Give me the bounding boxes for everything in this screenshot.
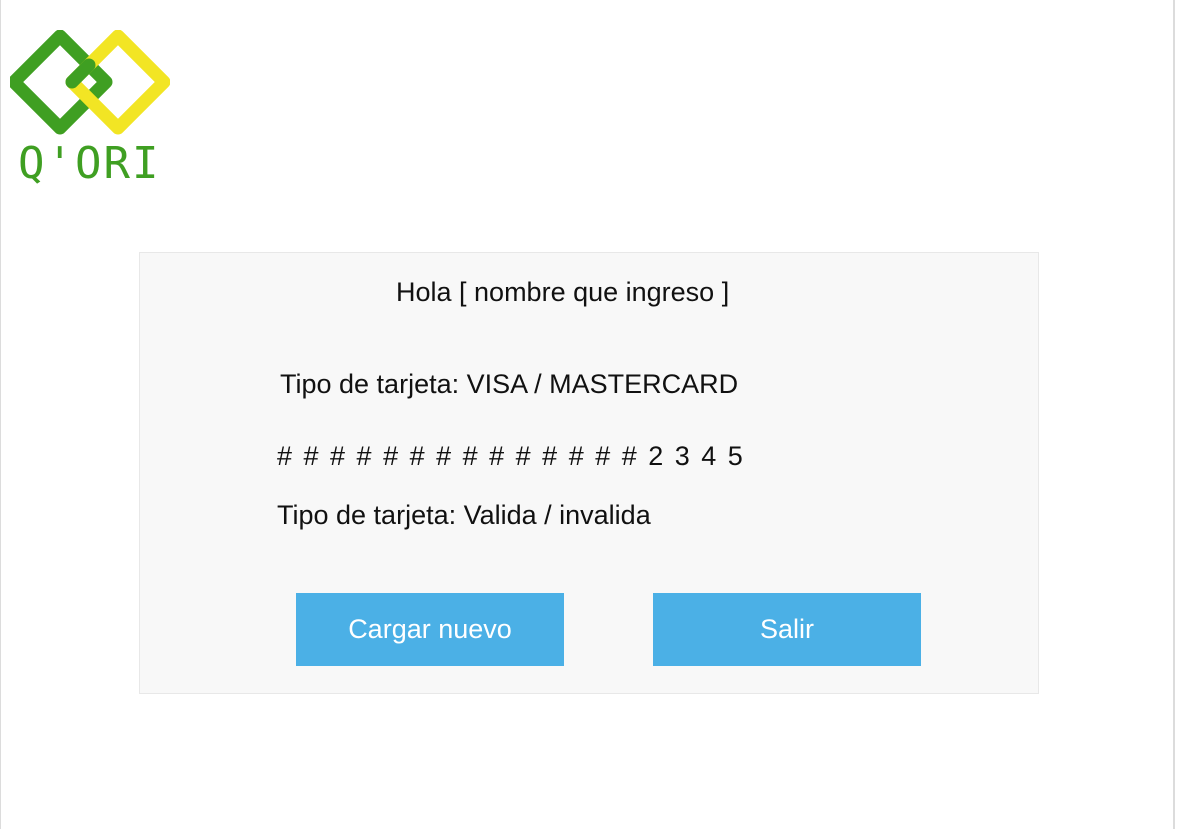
card-validity-text: Tipo de tarjeta: Valida / invalida bbox=[277, 500, 651, 530]
exit-button[interactable]: Salir bbox=[653, 593, 921, 666]
logo-diamonds-icon bbox=[10, 30, 170, 135]
card-summary-panel: Hola [ nombre que ingreso ] Tipo de tarj… bbox=[139, 252, 1039, 694]
masked-card-number: # # # # # # # # # # # # # # 2 3 4 5 bbox=[277, 441, 745, 471]
logo-text: Q'ORI bbox=[18, 138, 161, 189]
load-new-button[interactable]: Cargar nuevo bbox=[296, 593, 564, 666]
card-type-text: Tipo de tarjeta: VISA / MASTERCARD bbox=[280, 369, 739, 399]
greeting-text: Hola [ nombre que ingreso ] bbox=[396, 277, 730, 307]
qori-logo: Q'ORI bbox=[10, 30, 170, 200]
